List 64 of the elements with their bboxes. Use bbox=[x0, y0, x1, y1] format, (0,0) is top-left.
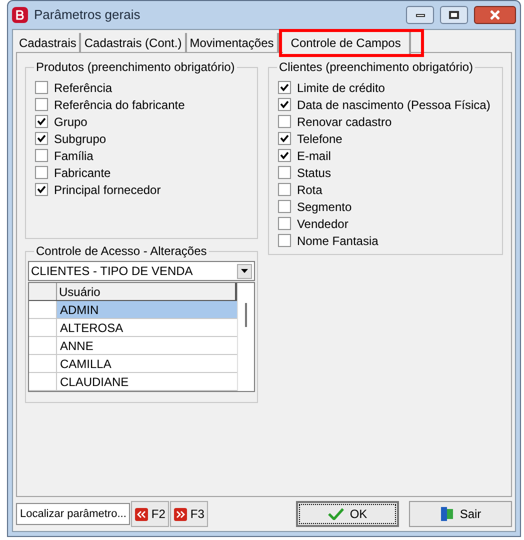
checkbox-label: Segmento bbox=[296, 198, 352, 216]
checkbox-label: Fabricante bbox=[54, 164, 111, 182]
door-icon bbox=[440, 506, 454, 522]
checkbox-label: E-mail bbox=[296, 148, 331, 164]
window-title: Parâmetros gerais bbox=[34, 6, 142, 24]
minimize-button[interactable] bbox=[406, 6, 434, 24]
checkbox[interactable] bbox=[278, 200, 291, 213]
next-button[interactable]: F3 bbox=[170, 501, 208, 527]
checkbox-label: Rota bbox=[296, 182, 322, 198]
checkbox-label: Data de nascimento (Pessoa Física) bbox=[296, 96, 490, 114]
checkbox-label: Limite de crédito bbox=[296, 80, 385, 96]
checkbox-label: Família bbox=[54, 148, 94, 164]
checkbox[interactable] bbox=[35, 98, 48, 111]
double-left-arrow-icon bbox=[135, 508, 148, 520]
checkbox-label: Status bbox=[296, 164, 331, 182]
table-cell[interactable]: ALTEROSA bbox=[57, 319, 237, 336]
double-right-arrow-icon bbox=[174, 508, 188, 520]
checkbox-label: Telefone bbox=[296, 130, 342, 148]
checkbox[interactable] bbox=[278, 217, 291, 230]
checkbox-label: Grupo bbox=[54, 114, 88, 130]
checkbox-label: Nome Fantasia bbox=[296, 232, 378, 250]
checkbox[interactable] bbox=[35, 149, 48, 162]
checkbox-label: Vendedor bbox=[296, 216, 348, 232]
checkbox[interactable] bbox=[35, 183, 48, 196]
exit-button[interactable]: Sair bbox=[409, 501, 512, 527]
checkbox-label: Renovar cadastro bbox=[296, 114, 392, 130]
checkbox[interactable] bbox=[278, 132, 291, 145]
checkbox[interactable] bbox=[278, 234, 291, 247]
checkbox-label: Referência bbox=[54, 80, 112, 96]
checkbox-label: Referência do fabricante bbox=[54, 96, 185, 114]
dropdown[interactable]: CLIENTES - TIPO DE VENDA bbox=[28, 261, 255, 281]
checkbox[interactable] bbox=[35, 81, 48, 94]
checkbox[interactable] bbox=[35, 132, 48, 145]
checkbox[interactable] bbox=[278, 166, 291, 179]
maximize-button[interactable] bbox=[440, 6, 468, 24]
previous-button[interactable]: F2 bbox=[131, 501, 170, 527]
table-cell[interactable]: ANNE bbox=[57, 337, 237, 354]
tab[interactable]: Controle de Campos bbox=[282, 32, 411, 54]
checkbox[interactable] bbox=[278, 98, 291, 111]
app-logo-icon bbox=[12, 7, 28, 23]
table-cell[interactable]: CLAUDIANE bbox=[57, 373, 237, 390]
checkbox[interactable] bbox=[35, 166, 48, 179]
column-header[interactable]: Usuário bbox=[57, 283, 237, 300]
checkbox[interactable] bbox=[278, 115, 291, 128]
maximize-icon bbox=[449, 11, 459, 19]
checkbox[interactable] bbox=[278, 149, 291, 162]
minimize-icon bbox=[416, 14, 424, 16]
header-corner-cell bbox=[29, 283, 57, 300]
table-cell[interactable]: CAMILLA bbox=[57, 355, 237, 372]
group-title: Clientes (preenchimento obrigatório) bbox=[276, 59, 476, 75]
search-field[interactable]: Localizar parâmetro... bbox=[16, 503, 130, 525]
checkbox[interactable] bbox=[278, 81, 291, 94]
checkbox[interactable] bbox=[278, 183, 291, 196]
checkmark-icon bbox=[328, 508, 344, 520]
group-title: Produtos (preenchimento obrigatório) bbox=[34, 59, 237, 75]
table-cell[interactable]: ADMIN bbox=[57, 301, 237, 318]
checkbox-label: Subgrupo bbox=[54, 130, 106, 148]
close-icon bbox=[489, 10, 501, 20]
ok-button[interactable]: OK bbox=[296, 501, 399, 527]
checkbox[interactable] bbox=[35, 115, 48, 128]
close-button[interactable] bbox=[474, 6, 516, 24]
group-title: Controle de Acesso - Alterações bbox=[34, 243, 209, 259]
checkbox-label: Principal fornecedor bbox=[54, 182, 161, 198]
scrollbar-thumb[interactable] bbox=[244, 303, 247, 327]
